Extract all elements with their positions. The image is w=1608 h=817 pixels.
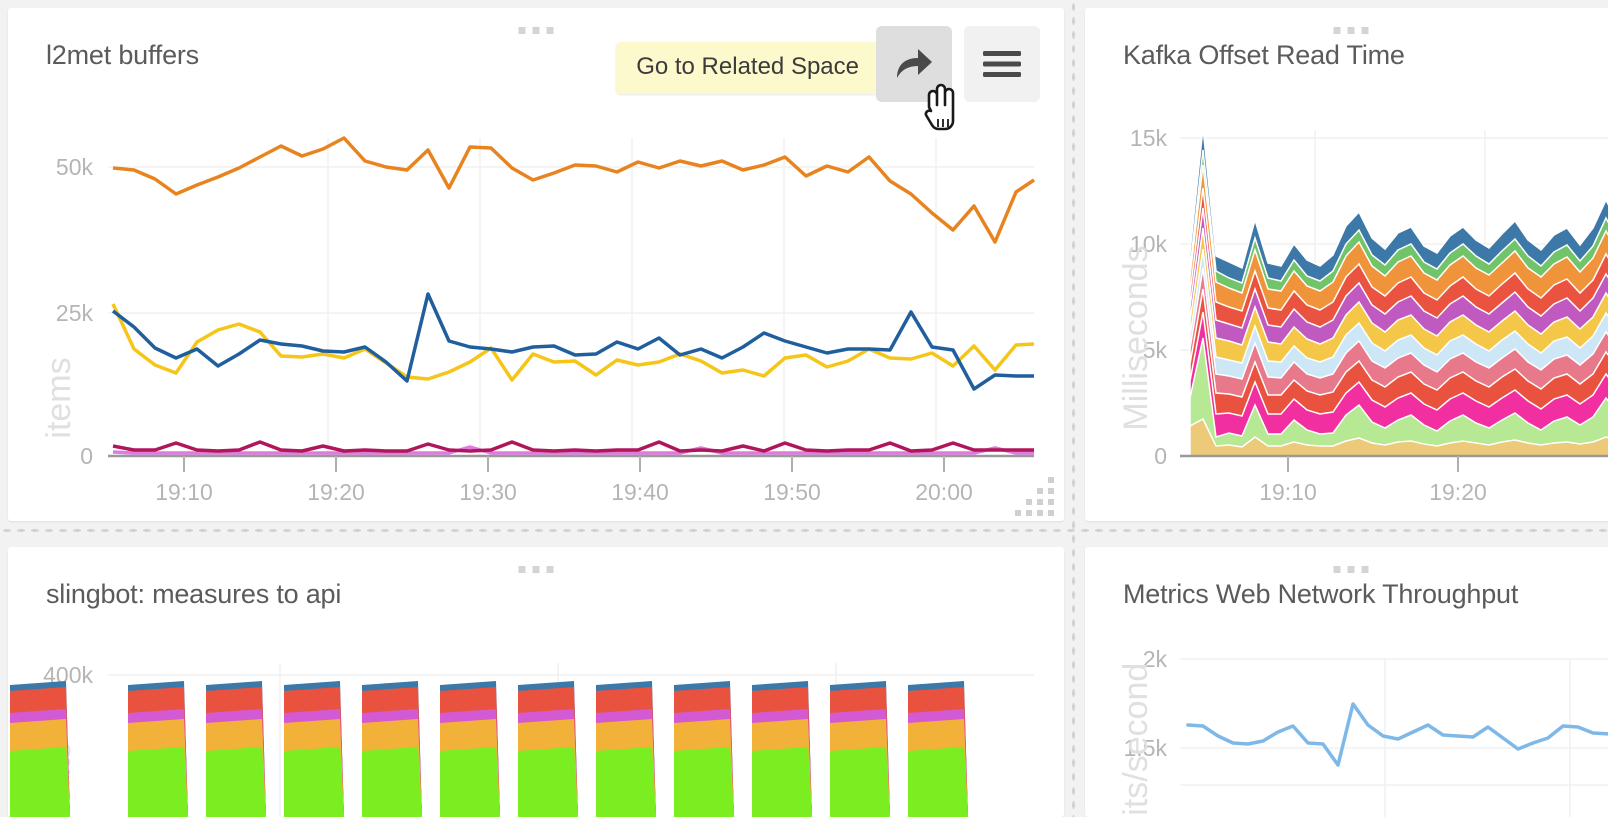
panel-l2met-buffers[interactable]: l2met buffers Go to Related Space 50k 25…: [8, 8, 1064, 521]
x-tick-0: 19:10: [1259, 479, 1317, 505]
panel-drag-handle[interactable]: [1333, 566, 1368, 573]
x-tickmarks: [183, 456, 945, 472]
drag-dot: [1361, 566, 1368, 573]
chart-slingbot-measures-to-api: 400k events: [8, 647, 1064, 817]
tooltip-go-to-related-space: Go to Related Space: [616, 42, 879, 94]
chart-l2met-buffers: 50k 25k 0 items 19:10 19:20 19:30 19:40 …: [8, 108, 1064, 513]
drag-dot: [1347, 566, 1354, 573]
panel-resize-handle[interactable]: [1015, 477, 1054, 516]
x-tick-4: 19:50: [763, 479, 821, 505]
drag-dot: [546, 566, 554, 573]
drag-dot: [546, 27, 554, 34]
y-axis-title: items: [40, 357, 78, 438]
y-axis-title: Milliseconds: [1117, 245, 1155, 430]
panel-drag-handle[interactable]: [518, 566, 554, 573]
panel-slingbot-measures-to-api[interactable]: slingbot: measures to api 400k events: [8, 547, 1064, 817]
series-buffer-drops: [112, 440, 1034, 453]
x-tick-5: 20:00: [915, 479, 973, 505]
panel-title: l2met buffers: [46, 40, 199, 70]
panel-kafka-offset-read-time[interactable]: Kafka Offset Read Time 15k 10k 5k 0 Mill…: [1085, 8, 1608, 521]
x-tickmarks: [1287, 456, 1459, 472]
drag-dot: [518, 27, 526, 34]
x-tick-0: 19:10: [155, 479, 213, 505]
panel-title: Kafka Offset Read Time: [1123, 40, 1405, 70]
share-arrow-icon: [894, 46, 934, 82]
y-tick-15k: 15k: [1130, 125, 1168, 151]
panel-menu-button[interactable]: [964, 26, 1040, 102]
y-tick-50k: 50k: [56, 154, 94, 180]
series-network-in: [1186, 702, 1608, 767]
x-tick-2: 19:30: [459, 479, 517, 505]
stacked-bursts: [10, 681, 968, 817]
drag-dot: [1347, 27, 1354, 34]
burst-accepted: [10, 747, 70, 817]
stacked-areas: [1189, 127, 1608, 456]
series-buffer-receiver: [111, 292, 1034, 391]
column-divider: [1071, 0, 1076, 817]
x-tick-1: 19:20: [307, 479, 365, 505]
drag-dot: [532, 566, 540, 573]
drag-dot: [1333, 27, 1340, 34]
y-tick-0: 0: [80, 443, 93, 469]
panel-drag-handle[interactable]: [1333, 27, 1368, 34]
y-tick-0: 0: [1154, 443, 1167, 469]
panel-actions: [876, 26, 1040, 102]
panel-metrics-web-network-throughput[interactable]: Metrics Web Network Throughput 2k 1.5k K…: [1085, 547, 1608, 817]
y-axis-title: Kilobits/second: [1117, 663, 1155, 817]
panel-drag-handle[interactable]: [518, 27, 554, 34]
panel-title: Metrics Web Network Throughput: [1123, 579, 1519, 609]
y-tick-25k: 25k: [56, 300, 94, 326]
dashboard-grid: l2met buffers Go to Related Space 50k 25…: [0, 0, 1608, 817]
drag-dot: [532, 27, 540, 34]
x-tick-1: 19:20: [1429, 479, 1487, 505]
hamburger-menu-icon: [983, 50, 1021, 78]
drag-dot: [1361, 27, 1368, 34]
chart-metrics-web-network-throughput: 2k 1.5k Kilobits/second: [1085, 646, 1608, 817]
go-to-related-space-button[interactable]: [876, 26, 952, 102]
chart-kafka-offset-read-time: 15k 10k 5k 0 Milliseconds 19:10 19:20: [1085, 108, 1608, 513]
drag-dot: [518, 566, 526, 573]
panel-title: slingbot: measures to api: [46, 579, 342, 609]
row-divider: [0, 528, 1608, 533]
series-buffer-outlet: [112, 136, 1035, 244]
drag-dot: [1333, 566, 1340, 573]
x-tick-3: 19:40: [611, 479, 669, 505]
